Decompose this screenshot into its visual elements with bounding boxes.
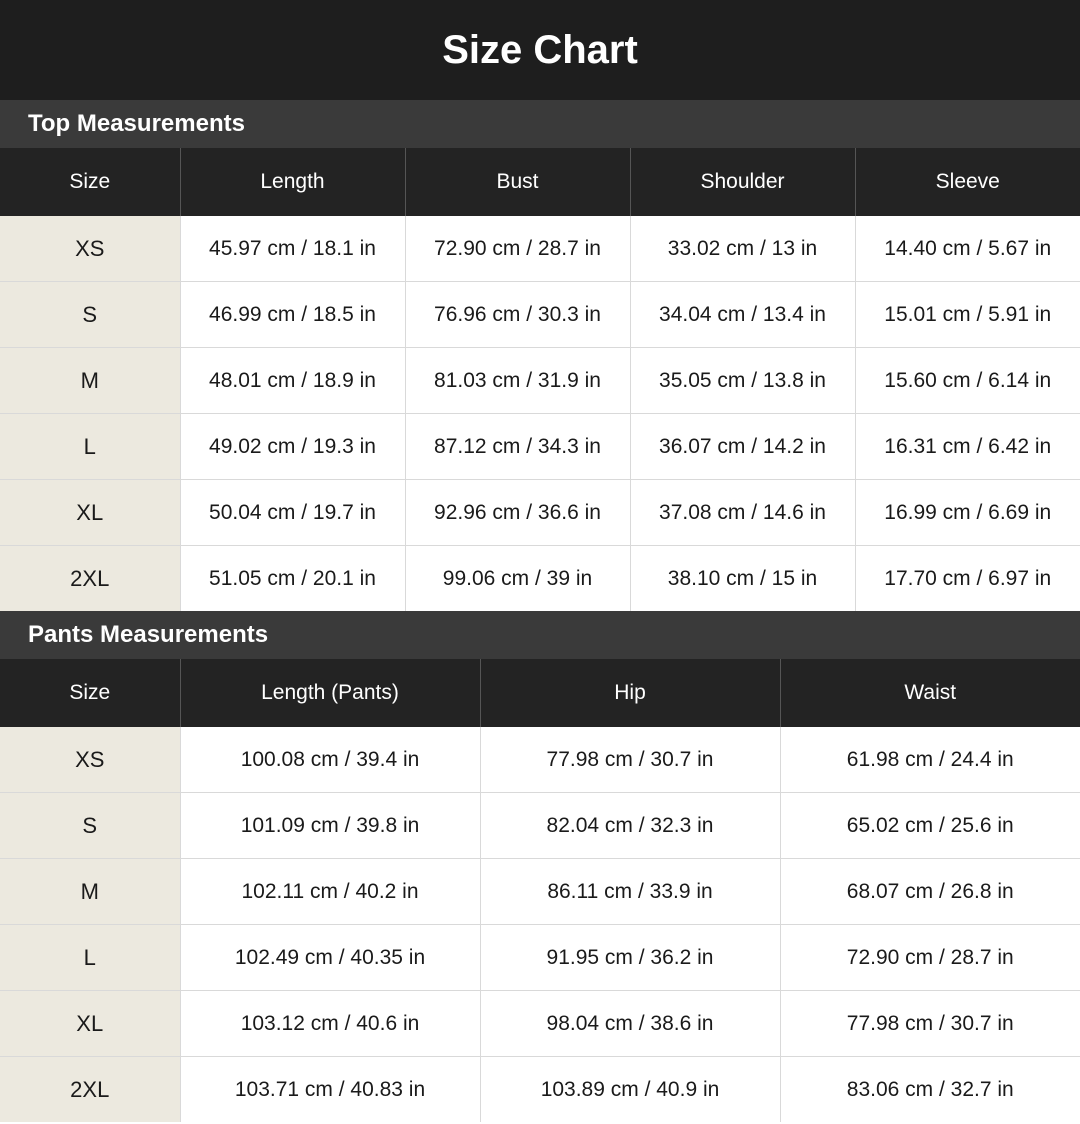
measurement-cell: 101.09 cm / 39.8 in [179, 792, 480, 859]
measurement-cell: 103.12 cm / 40.6 in [179, 990, 480, 1057]
table-row: XL 103.12 cm / 40.6 in 98.04 cm / 38.6 in 7… [0, 990, 1080, 1057]
pants-section-header: Pants Measurements [0, 611, 1080, 659]
measurement-cell: 83.06 cm / 32.7 in [779, 1056, 1080, 1122]
measurement-cell: 103.71 cm / 40.83 in [179, 1056, 480, 1122]
measurement-cell: 77.98 cm / 30.7 in [779, 990, 1080, 1057]
measurement-cell: 81.03 cm / 31.9 in [404, 347, 630, 414]
measurement-cell: 77.98 cm / 30.7 in [479, 727, 780, 793]
table-row: XS 45.97 cm / 18.1 in 72.90 cm / 28.7 in 33… [0, 216, 1080, 282]
table-row: M 48.01 cm / 18.9 in 81.03 cm / 31.9 in 35.… [0, 347, 1080, 414]
measurement-cell: 91.95 cm / 36.2 in [479, 924, 780, 991]
column-header-hip: Hip [479, 659, 780, 727]
measurement-cell: 34.04 cm / 13.4 in [629, 281, 855, 348]
size-label-cell: XL [0, 990, 180, 1057]
measurement-cell: 76.96 cm / 30.3 in [404, 281, 630, 348]
size-label-cell: M [0, 347, 180, 414]
measurement-cell: 38.10 cm / 15 in [629, 545, 855, 611]
measurement-cell: 99.06 cm / 39 in [404, 545, 630, 611]
measurement-cell: 15.01 cm / 5.91 in [854, 281, 1080, 348]
measurement-cell: 15.60 cm / 6.14 in [854, 347, 1080, 414]
table-row: L 49.02 cm / 19.3 in 87.12 cm / 34.3 in 36.… [0, 413, 1080, 480]
top-table-body: XS 45.97 cm / 18.1 in 72.90 cm / 28.7 in 33… [0, 216, 1080, 611]
size-label-cell: XS [0, 216, 180, 282]
measurement-cell: 37.08 cm / 14.6 in [629, 479, 855, 546]
column-header-bust: Bust [404, 148, 630, 216]
measurement-cell: 86.11 cm / 33.9 in [479, 858, 780, 925]
measurement-cell: 98.04 cm / 38.6 in [479, 990, 780, 1057]
pants-measurements-table: Size Length (Pants) Hip Waist XS 100.08 c… [0, 659, 1080, 1122]
measurement-cell: 102.11 cm / 40.2 in [179, 858, 480, 925]
size-label-cell: XL [0, 479, 180, 546]
size-label-cell: S [0, 281, 180, 348]
size-label-cell: M [0, 858, 180, 925]
measurement-cell: 16.31 cm / 6.42 in [854, 413, 1080, 480]
title-bar: Size Chart [0, 0, 1080, 100]
size-label-cell: S [0, 792, 180, 859]
table-row: M 102.11 cm / 40.2 in 86.11 cm / 33.9 in 68… [0, 858, 1080, 925]
measurement-cell: 82.04 cm / 32.3 in [479, 792, 780, 859]
table-header-row: Size Length (Pants) Hip Waist [0, 659, 1080, 727]
size-label-cell: L [0, 924, 180, 991]
column-header-size: Size [0, 148, 180, 216]
table-row: 2XL 51.05 cm / 20.1 in 99.06 cm / 39 in 38.… [0, 545, 1080, 611]
measurement-cell: 36.07 cm / 14.2 in [629, 413, 855, 480]
table-row: 2XL 103.71 cm / 40.83 in 103.89 cm / 40.9 … [0, 1056, 1080, 1122]
measurement-cell: 48.01 cm / 18.9 in [179, 347, 405, 414]
column-header-length: Length [179, 148, 405, 216]
measurement-cell: 50.04 cm / 19.7 in [179, 479, 405, 546]
size-label-cell: L [0, 413, 180, 480]
column-header-waist: Waist [779, 659, 1080, 727]
table-row: L 102.49 cm / 40.35 in 91.95 cm / 36.2 in 7… [0, 924, 1080, 991]
size-label-cell: 2XL [0, 545, 180, 611]
table-row: S 46.99 cm / 18.5 in 76.96 cm / 30.3 in 34.… [0, 281, 1080, 348]
top-measurements-table: Size Length Bust Shoulder Sleeve XS 45.97… [0, 148, 1080, 611]
measurement-cell: 35.05 cm / 13.8 in [629, 347, 855, 414]
column-header-sleeve: Sleeve [854, 148, 1080, 216]
measurement-cell: 16.99 cm / 6.69 in [854, 479, 1080, 546]
measurement-cell: 102.49 cm / 40.35 in [179, 924, 480, 991]
table-row: S 101.09 cm / 39.8 in 82.04 cm / 32.3 in 65… [0, 792, 1080, 859]
table-row: XL 50.04 cm / 19.7 in 92.96 cm / 36.6 in 37… [0, 479, 1080, 546]
column-header-shoulder: Shoulder [629, 148, 855, 216]
measurement-cell: 100.08 cm / 39.4 in [179, 727, 480, 793]
page-title: Size Chart [442, 27, 638, 72]
measurement-cell: 45.97 cm / 18.1 in [179, 216, 405, 282]
table-row: XS 100.08 cm / 39.4 in 77.98 cm / 30.7 in 6… [0, 727, 1080, 793]
measurement-cell: 103.89 cm / 40.9 in [479, 1056, 780, 1122]
measurement-cell: 46.99 cm / 18.5 in [179, 281, 405, 348]
measurement-cell: 14.40 cm / 5.67 in [854, 216, 1080, 282]
measurement-cell: 33.02 cm / 13 in [629, 216, 855, 282]
measurement-cell: 17.70 cm / 6.97 in [854, 545, 1080, 611]
measurement-cell: 65.02 cm / 25.6 in [779, 792, 1080, 859]
table-header-row: Size Length Bust Shoulder Sleeve [0, 148, 1080, 216]
top-section-header: Top Measurements [0, 100, 1080, 148]
measurement-cell: 72.90 cm / 28.7 in [404, 216, 630, 282]
measurement-cell: 92.96 cm / 36.6 in [404, 479, 630, 546]
measurement-cell: 61.98 cm / 24.4 in [779, 727, 1080, 793]
measurement-cell: 72.90 cm / 28.7 in [779, 924, 1080, 991]
pants-table-body: XS 100.08 cm / 39.4 in 77.98 cm / 30.7 in 6… [0, 727, 1080, 1122]
measurement-cell: 49.02 cm / 19.3 in [179, 413, 405, 480]
measurement-cell: 87.12 cm / 34.3 in [404, 413, 630, 480]
size-label-cell: XS [0, 727, 180, 793]
measurement-cell: 51.05 cm / 20.1 in [179, 545, 405, 611]
size-label-cell: 2XL [0, 1056, 180, 1122]
column-header-length-pants: Length (Pants) [179, 659, 480, 727]
measurement-cell: 68.07 cm / 26.8 in [779, 858, 1080, 925]
column-header-size: Size [0, 659, 180, 727]
